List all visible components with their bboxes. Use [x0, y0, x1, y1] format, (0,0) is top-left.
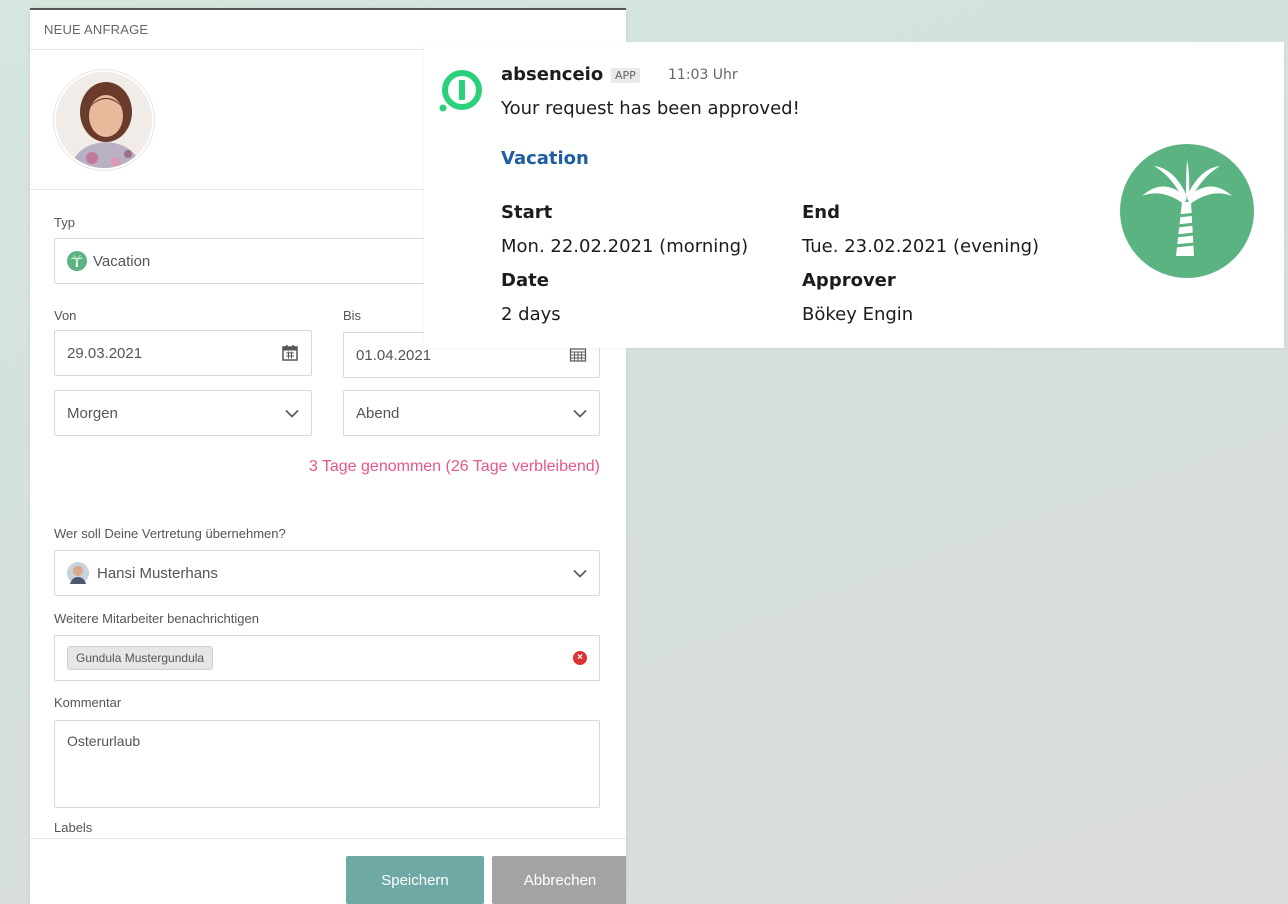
cancel-button[interactable]: Abbrechen: [492, 856, 626, 904]
to-period-select[interactable]: Abend: [343, 390, 600, 436]
save-button[interactable]: Speichern: [346, 856, 484, 904]
notify-chip[interactable]: Gundula Mustergundula: [67, 646, 214, 670]
end-label: End: [802, 202, 840, 223]
chevron-down-icon: [573, 569, 587, 578]
substitute-label: Wer soll Deine Vertretung übernehmen?: [54, 526, 286, 541]
labels-label: Labels: [54, 820, 93, 835]
user-avatar: [54, 70, 154, 170]
app-badge: APP: [611, 68, 640, 83]
from-date-value: 29.03.2021: [67, 344, 143, 362]
comment-label: Kommentar: [54, 695, 122, 710]
slack-notification: absenceio APP 11:03 Uhr Your request has…: [424, 42, 1284, 348]
from-period-value: Morgen: [67, 404, 118, 422]
days-taken-text: 3 Tage genommen (26 Tage verbleibend): [308, 458, 600, 475]
from-period-select[interactable]: Morgen: [54, 390, 312, 436]
end-value: Tue. 23.02.2021 (evening): [802, 236, 1040, 257]
to-label: Bis: [343, 308, 362, 323]
from-date-input[interactable]: 29.03.2021: [54, 330, 312, 376]
approver-value: Bökey Engin: [802, 304, 914, 325]
absenceio-logo-icon: [436, 68, 484, 116]
date-value: 2 days: [501, 304, 561, 325]
approver-label: Approver: [802, 270, 896, 291]
calendar-icon[interactable]: [569, 347, 587, 363]
message-text: Your request has been approved!: [501, 98, 800, 119]
chevron-down-icon: [285, 409, 299, 418]
substitute-avatar: [67, 562, 89, 584]
palm-tree-icon: [1120, 144, 1254, 278]
clear-icon[interactable]: ×: [573, 651, 587, 665]
to-period-value: Abend: [356, 404, 400, 422]
calendar-icon[interactable]: [281, 344, 299, 362]
attachment-title[interactable]: Vacation: [501, 148, 589, 169]
app-name[interactable]: absenceio: [501, 64, 603, 85]
date-label: Date: [501, 270, 549, 291]
substitute-select[interactable]: Hansi Musterhans: [54, 550, 600, 596]
message-time[interactable]: 11:03 Uhr: [668, 67, 738, 83]
to-date-value: 01.04.2021: [356, 346, 432, 364]
type-label: Typ: [54, 215, 75, 230]
start-value: Mon. 22.02.2021 (morning): [501, 236, 749, 257]
notify-label: Weitere Mitarbeiter benachrichtigen: [54, 611, 259, 626]
comment-textarea[interactable]: Osterurlaub: [54, 720, 600, 808]
footer-divider: [30, 838, 626, 839]
palm-tree-icon: [67, 251, 87, 271]
notify-multiselect[interactable]: Gundula Mustergundula ×: [54, 635, 600, 681]
from-label: Von: [54, 308, 77, 323]
start-label: Start: [501, 202, 553, 223]
substitute-value: Hansi Musterhans: [97, 564, 218, 582]
type-value: Vacation: [93, 252, 151, 270]
chevron-down-icon: [573, 409, 587, 418]
